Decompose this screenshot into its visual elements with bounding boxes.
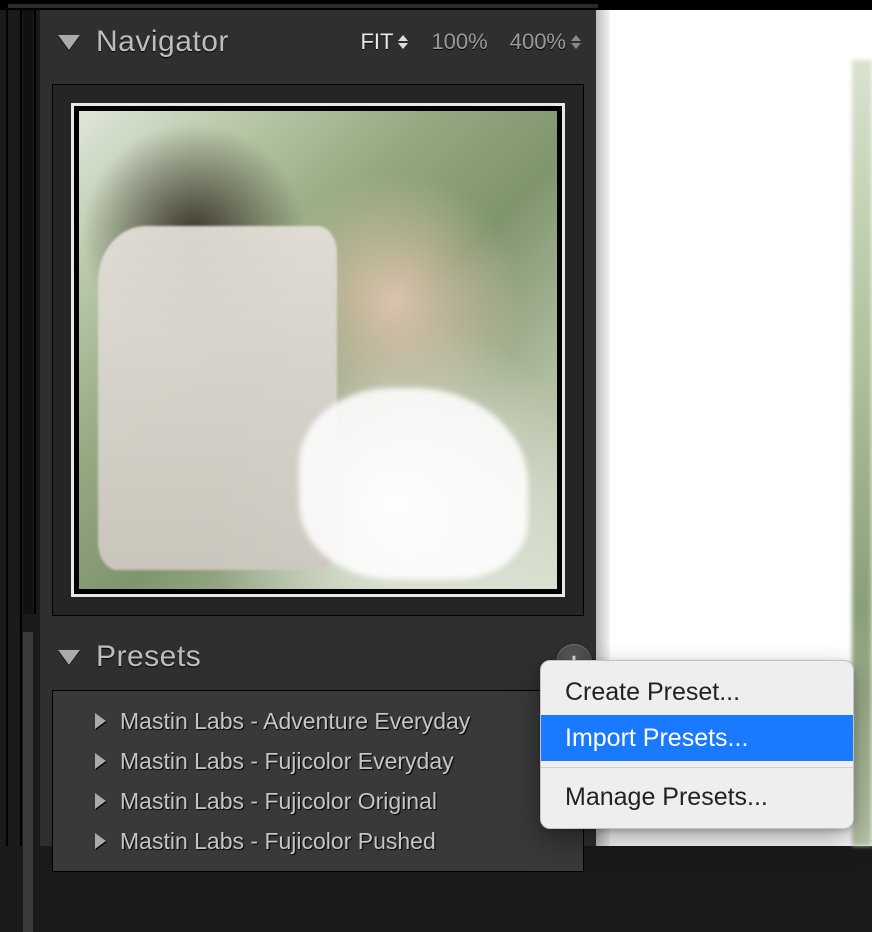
disclosure-down-icon [58, 650, 80, 665]
menu-import-presets-label: Import Presets... [565, 724, 748, 753]
preset-folder[interactable]: Mastin Labs - Fujicolor Original [53, 781, 583, 821]
menu-import-presets[interactable]: Import Presets... [541, 715, 853, 761]
zoom-fit-stepper[interactable] [397, 35, 409, 49]
disclosure-right-icon [95, 833, 106, 849]
preset-folder[interactable]: Mastin Labs - Fujicolor Everyday [53, 741, 583, 781]
menu-separator [541, 767, 853, 768]
preset-folder-label: Mastin Labs - Fujicolor Everyday [120, 748, 454, 775]
menu-manage-presets-label: Manage Presets... [565, 783, 768, 812]
zoom-100-option[interactable]: 100% [431, 29, 487, 55]
menu-create-preset[interactable]: Create Preset... [541, 669, 853, 715]
zoom-options: FIT 100% 400% [360, 29, 582, 55]
preset-folder-label: Mastin Labs - Fujicolor Pushed [120, 828, 436, 855]
zoom-400-option[interactable]: 400% [510, 29, 582, 55]
navigator-preview-box [52, 84, 584, 616]
panel-rail [0, 10, 40, 846]
zoom-fit-option[interactable]: FIT [360, 29, 409, 55]
presets-list: Mastin Labs - Adventure Everyday Mastin … [52, 690, 584, 872]
disclosure-right-icon [95, 793, 106, 809]
left-sidebar: Navigator FIT 100% 400% [40, 10, 596, 846]
preset-folder-label: Mastin Labs - Fujicolor Original [120, 788, 437, 815]
zoom-400-label: 400% [510, 29, 566, 55]
app-window: Navigator FIT 100% 400% [0, 0, 872, 846]
menu-manage-presets[interactable]: Manage Presets... [541, 774, 853, 820]
zoom-fit-label: FIT [360, 29, 393, 55]
disclosure-down-icon [58, 35, 80, 50]
disclosure-right-icon [95, 713, 106, 729]
zoom-400-stepper[interactable] [570, 35, 582, 49]
presets-context-menu: Create Preset... Import Presets... Manag… [540, 660, 854, 829]
presets-panel-header[interactable]: Presets + [40, 628, 596, 686]
navigator-thumbnail-frame[interactable] [71, 103, 565, 597]
preset-folder[interactable]: Mastin Labs - Adventure Everyday [53, 701, 583, 741]
menu-create-preset-label: Create Preset... [565, 678, 740, 707]
preset-folder-label: Mastin Labs - Adventure Everyday [120, 708, 470, 735]
main-image-edge [852, 60, 872, 846]
disclosure-right-icon [95, 753, 106, 769]
preset-folder[interactable]: Mastin Labs - Fujicolor Pushed [53, 821, 583, 861]
zoom-100-label: 100% [431, 29, 487, 55]
window-titlebar [0, 0, 872, 10]
navigator-panel-header[interactable]: Navigator FIT 100% 400% [40, 10, 596, 74]
navigator-title: Navigator [96, 25, 360, 59]
presets-title: Presets [96, 640, 590, 674]
navigator-thumbnail-image [79, 111, 557, 589]
